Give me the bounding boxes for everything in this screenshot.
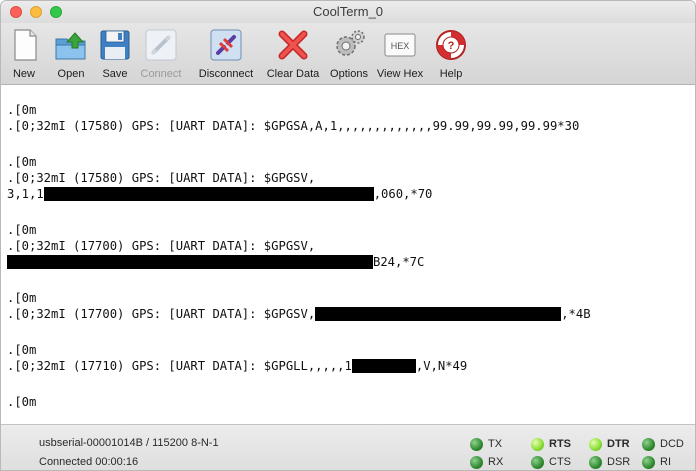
terminal-output[interactable]: .[0m .[0;32mI (17580) GPS: [UART DATA]: … (1, 86, 695, 424)
rx-label: RX (488, 456, 504, 468)
terminal-line: .[0;32mI (17700) GPS: [UART DATA]: $GPGS… (7, 306, 695, 322)
terminal-line: B24,*7C (7, 254, 695, 270)
terminal-text: ,060,*70 (373, 187, 433, 201)
terminal-line: .[0m (7, 103, 37, 117)
terminal-line: .[0m (7, 291, 37, 305)
window-title: CoolTerm_0 (312, 4, 384, 19)
toolbar: New Open Save Connect Disconnect Clear D… (1, 23, 695, 85)
save-label: Save (102, 68, 128, 80)
terminal-line: 3,1,1 ,060,*70 (7, 186, 695, 202)
svg-text:?: ? (448, 40, 455, 52)
rts-led-toggle[interactable] (531, 438, 544, 451)
connect-label: Connect (140, 68, 182, 80)
terminal-text: 3,1,1 (7, 187, 44, 201)
disconnect-icon (210, 29, 242, 61)
status-bar: usbserial-00001014B / 115200 8-N-1 Conne… (1, 424, 695, 470)
terminal-text: ,V,N*49 (415, 359, 468, 373)
dcd-label: DCD (660, 438, 684, 450)
clear-data-label: Clear Data (266, 68, 320, 80)
zoom-window-button[interactable] (50, 6, 62, 18)
help-label: Help (439, 68, 463, 80)
redaction-bar (315, 307, 562, 321)
svg-text:HEX: HEX (391, 41, 410, 51)
new-button[interactable]: New (7, 25, 41, 83)
disconnect-label: Disconnect (198, 68, 254, 80)
minimize-window-button[interactable] (30, 6, 42, 18)
save-disk-icon (100, 30, 130, 60)
options-button[interactable]: Options (327, 25, 371, 83)
terminal-line: .[0m (7, 155, 37, 169)
gear-icon (336, 30, 365, 56)
terminal-line: .[0;32mI (17700) GPS: [UART DATA]: $GPGS… (7, 239, 316, 253)
tx-label: TX (488, 438, 503, 450)
coolterm-window: CoolTerm_0 New Open Save Connect Disconn… (0, 0, 696, 471)
open-button[interactable]: Open (51, 25, 91, 83)
new-document-icon (14, 29, 37, 61)
close-window-button[interactable] (10, 6, 22, 18)
redaction-bar (43, 187, 374, 201)
help-button[interactable]: ? Help (433, 25, 469, 83)
open-folder-icon (55, 32, 86, 60)
dsr-led-icon (589, 456, 602, 469)
connect-button[interactable]: Connect (135, 25, 187, 83)
cts-label: CTS (549, 456, 571, 468)
terminal-text: ,*4B (561, 307, 591, 321)
redaction-bar (7, 255, 373, 269)
view-hex-label: View Hex (376, 68, 424, 80)
terminal-line: .[0m (7, 343, 37, 357)
clear-data-button[interactable]: Clear Data (263, 25, 323, 83)
port-settings-text: usbserial-00001014B / 115200 8-N-1 (39, 437, 219, 449)
dtr-label: DTR (607, 438, 630, 450)
terminal-text: B24,*7C (373, 255, 425, 269)
ri-label: RI (660, 456, 671, 468)
help-lifebuoy-icon: ? (436, 30, 466, 60)
terminal-line: .[0;32mI (17580) GPS: [UART DATA]: $GPGS… (7, 171, 316, 185)
terminal-line: .[0m (7, 395, 37, 409)
rts-label: RTS (549, 438, 571, 450)
options-label: Options (330, 68, 368, 80)
terminal-line: .[0;32mI (17580) GPS: [UART DATA]: $GPGS… (7, 119, 580, 133)
tx-led-icon (470, 438, 483, 451)
disconnect-button[interactable]: Disconnect (191, 25, 261, 83)
terminal-line: .[0m (7, 223, 37, 237)
clear-x-icon (278, 30, 308, 60)
dsr-label: DSR (607, 456, 631, 468)
rx-led-icon (470, 456, 483, 469)
save-button[interactable]: Save (97, 25, 133, 83)
connect-icon (145, 29, 177, 61)
connection-status-text: Connected 00:00:16 (39, 456, 139, 468)
hex-icon: HEX (384, 33, 416, 57)
terminal-line: .[0;32mI (17710) GPS: [UART DATA]: $GPGL… (7, 358, 695, 374)
terminal-text: .[0;32mI (17710) GPS: [UART DATA]: $GPGL… (7, 359, 352, 373)
dcd-led-icon (642, 438, 655, 451)
cts-led-icon (531, 456, 544, 469)
terminal-text: .[0;32mI (17700) GPS: [UART DATA]: $GPGS… (7, 307, 316, 321)
dtr-led-toggle[interactable] (589, 438, 602, 451)
ri-led-icon (642, 456, 655, 469)
view-hex-button[interactable]: HEX View Hex (375, 25, 425, 83)
new-label: New (12, 68, 35, 80)
title-bar: CoolTerm_0 (1, 1, 695, 23)
open-label: Open (57, 68, 85, 80)
redaction-bar (351, 359, 416, 373)
